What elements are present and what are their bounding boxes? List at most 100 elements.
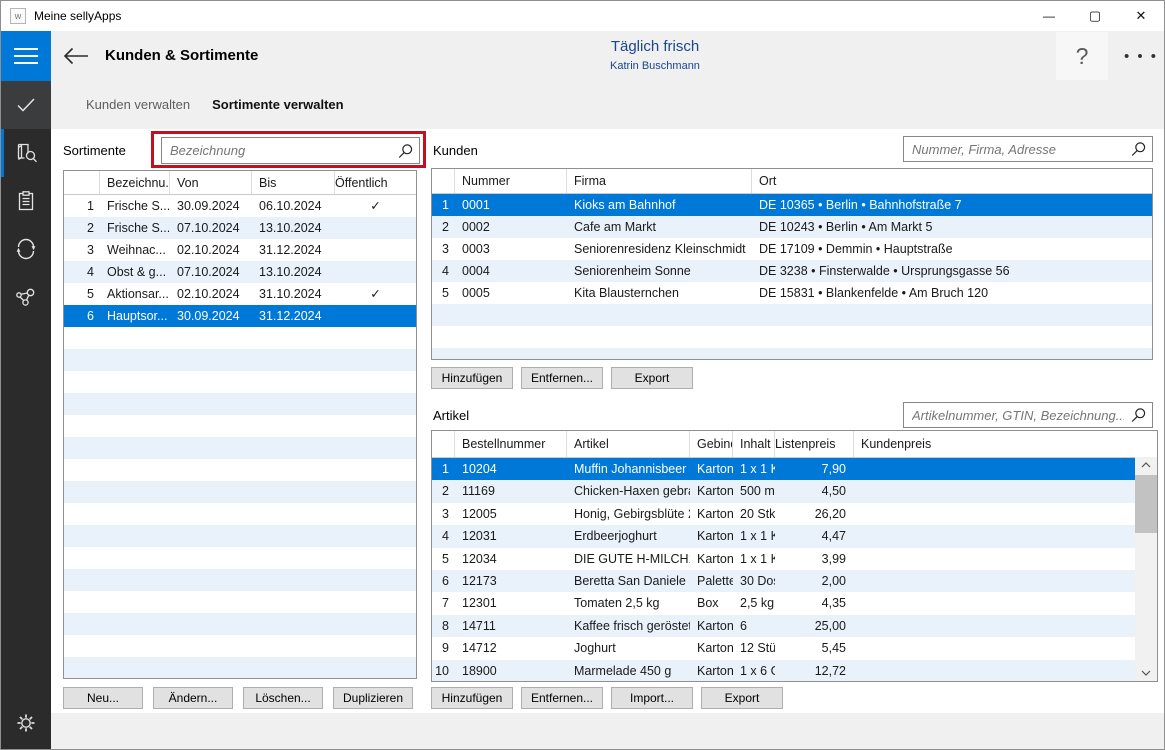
cell [100,415,170,437]
table-row[interactable]: 5Aktionsar...02.10.202431.10.2024✓ [64,283,416,305]
table-row[interactable]: 2Frische S...07.10.202413.10.2024 [64,217,416,239]
help-button[interactable]: ? [1056,32,1108,80]
scrollbar-thumb[interactable] [1135,475,1157,533]
sidebar-item-catalog[interactable] [1,129,51,177]
table-row[interactable]: 3Weihnac...02.10.202431.12.2024 [64,239,416,261]
column-header[interactable]: Inhalt [733,431,775,457]
table-row[interactable]: 211169Chicken-Haxen gebraten 1,5 ...Kart… [432,480,1135,502]
tab-kunden-verwalten[interactable]: Kunden verwalten [86,97,190,112]
column-header[interactable]: Firma [567,169,752,193]
sortimente-search-input[interactable] [161,137,420,164]
cell [170,415,252,437]
loeschen-button[interactable]: Löschen... [243,687,323,709]
cell: 10204 [455,458,567,480]
cell: 13.10.2024 [252,261,335,283]
column-header[interactable]: Ort [752,169,1152,193]
cell: 30.09.2024 [170,195,252,217]
table-row[interactable]: 6Hauptsor...30.09.202431.12.2024 [64,305,416,327]
more-options-button[interactable]: • • • [1119,32,1163,80]
column-header[interactable]: Bezeichnu... [100,171,170,194]
neu-button[interactable]: Neu... [63,687,143,709]
column-header[interactable]: Bestellnummer [455,431,567,457]
column-header[interactable]: Von [170,171,252,194]
column-header[interactable] [432,431,455,457]
column-header[interactable]: Bis [252,171,335,194]
table-row[interactable]: 10001Kioks am BahnhofDE 10365 • Berlin •… [432,194,1152,216]
back-button[interactable] [60,43,92,69]
close-button[interactable]: ✕ [1118,1,1164,31]
cell: ✓ [335,283,416,305]
column-header[interactable] [64,171,100,194]
table-row-empty [64,481,416,503]
kunden-export-button[interactable]: Export [611,367,693,389]
table-row[interactable]: 814711Kaffee frisch geröstet, aromat...K… [432,615,1135,637]
column-header[interactable] [432,169,455,193]
cell [170,327,252,349]
clipboard-icon [15,190,37,212]
artikel-import-button[interactable]: Import... [611,687,693,709]
artikel-search-input[interactable] [903,402,1153,428]
sidebar [1,81,51,749]
vertical-scrollbar[interactable] [1135,457,1157,681]
sidebar-item-orders[interactable] [1,177,51,225]
sidebar-item-tasks[interactable] [1,81,51,129]
column-header[interactable]: Artikel [567,431,690,457]
table-row[interactable]: 914712JoghurtKarton12 Stück5,45 [432,637,1135,659]
scroll-up-icon[interactable] [1135,457,1157,473]
table-row[interactable]: 4Obst & g...07.10.202413.10.2024 [64,261,416,283]
cell: Joghurt [567,637,690,659]
company-block: Täglich frisch Katrin Buschmann [539,38,771,72]
company-name: Täglich frisch [539,38,771,55]
artikel-table: BestellnummerArtikelGebindeInhaltListenp… [431,430,1158,682]
sidebar-item-settings[interactable] [1,699,51,747]
cell [100,437,170,459]
cell: 25,00 [775,615,854,637]
column-header[interactable]: Nummer [455,169,567,193]
table-row[interactable]: 110204Muffin Johannisbeer 80 gKarton1 x … [432,458,1135,480]
cell [752,326,1152,348]
cell: DE 17109 • Demmin • Hauptstraße [752,238,1152,260]
artikel-hinzufuegen-button[interactable]: Hinzufügen [431,687,513,709]
minimize-button[interactable]: — [1026,1,1072,31]
cell [170,437,252,459]
cell [854,592,1135,614]
table-row[interactable]: 712301Tomaten 2,5 kgBox2,5 kg4,35 [432,592,1135,614]
artikel-label: Artikel [433,408,469,423]
artikel-entfernen-button[interactable]: Entfernen... [521,687,603,709]
duplizieren-button[interactable]: Duplizieren [333,687,413,709]
table-row[interactable]: 40004Seniorenheim SonneDE 3238 • Finster… [432,260,1152,282]
kunden-search-input[interactable] [903,136,1153,162]
cell [432,348,455,360]
table-row-empty [64,327,416,349]
column-header[interactable]: Listenpreis [775,431,854,457]
table-row[interactable]: 30003Seniorenresidenz KleinschmidtDE 171… [432,238,1152,260]
table-row[interactable]: 612173Beretta San Daniele Schinken ...Pa… [432,570,1135,592]
cell: 3,99 [775,548,854,570]
table-row[interactable]: 1Frische S...30.09.202406.10.2024✓ [64,195,416,217]
column-header[interactable]: Kundenpreis [854,431,1157,457]
table-row[interactable]: 50005Kita BlausternchenDE 15831 • Blanke… [432,282,1152,304]
table-row[interactable]: 412031ErdbeerjoghurtKarton1 x 1 Ki...4,4… [432,525,1135,547]
artikel-export-button[interactable]: Export [701,687,783,709]
tab-sortimente-verwalten[interactable]: Sortimente verwalten [212,97,344,112]
cell: Karton [690,458,733,480]
table-row[interactable]: 512034DIE GUTE H-MILCH1,5%6X1L ...Karton… [432,548,1135,570]
table-row[interactable]: 312005Honig, Gebirgsblüte 20X0,5LKarton2… [432,503,1135,525]
aendern-button[interactable]: Ändern... [153,687,233,709]
kunden-entfernen-button[interactable]: Entfernen... [521,367,603,389]
kunden-hinzufuegen-button[interactable]: Hinzufügen [431,367,513,389]
column-header[interactable]: Öffentlich [335,171,416,194]
cell: 3 [64,239,100,261]
cell: 02.10.2024 [170,239,252,261]
table-row-empty [64,437,416,459]
hamburger-menu-button[interactable] [1,31,51,81]
cell [64,349,100,371]
sidebar-item-share[interactable] [1,273,51,321]
sidebar-item-sync[interactable] [1,225,51,273]
sync-icon [14,238,38,260]
table-row[interactable]: 1018900Marmelade 450 gKarton1 x 6 Gl...1… [432,660,1135,682]
column-header[interactable]: Gebinde [690,431,733,457]
table-row[interactable]: 20002Cafe am MarktDE 10243 • Berlin • Am… [432,216,1152,238]
maximize-button[interactable]: ▢ [1072,1,1118,31]
scroll-down-icon[interactable] [1135,665,1157,681]
